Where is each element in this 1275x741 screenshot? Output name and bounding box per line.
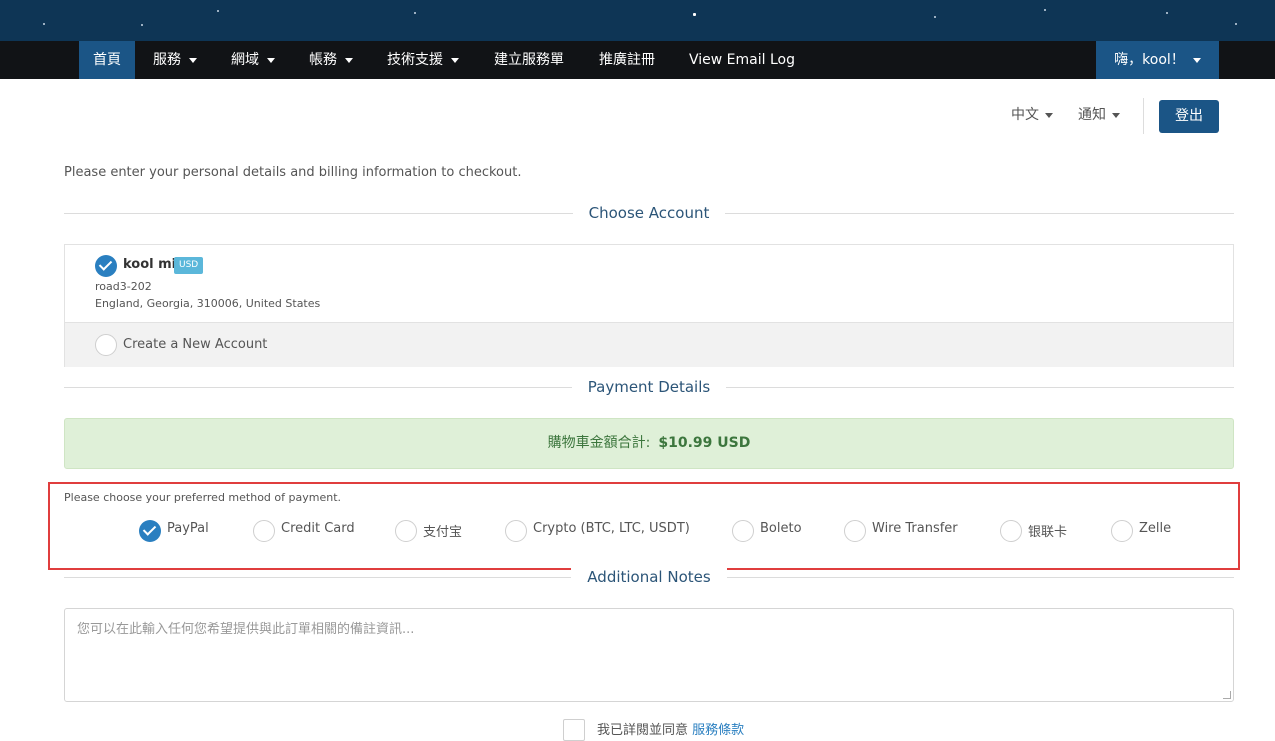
section-title: Additional Notes — [571, 568, 727, 586]
section-title: Payment Details — [571, 378, 727, 396]
payment-method-label: Please choose your preferred method of p… — [64, 491, 341, 504]
logout-button[interactable]: 登出 — [1159, 100, 1219, 133]
header-banner — [0, 0, 1275, 41]
caret-down-icon — [189, 57, 197, 63]
radio-unchecked-icon[interactable] — [253, 520, 275, 542]
create-account-label: Create a New Account — [123, 337, 268, 352]
nav-open-ticket[interactable]: 建立服務單 — [480, 41, 578, 79]
radio-unchecked-icon[interactable] — [95, 334, 117, 356]
nav-support[interactable]: 技術支援 — [373, 41, 473, 79]
nav-services[interactable]: 服務 — [139, 41, 211, 79]
radio-unchecked-icon[interactable] — [732, 520, 754, 542]
notes-placeholder: 您可以在此輸入任何您希望提供與此訂單相關的備註資訊... — [77, 622, 415, 637]
language-selector[interactable]: 中文 — [1011, 104, 1053, 124]
section-choose-account: Choose Account — [64, 203, 1234, 223]
resize-handle-icon[interactable] — [1223, 691, 1231, 699]
radio-unchecked-icon[interactable] — [1111, 520, 1133, 542]
account-list: kool mi USD road3-202 England, Georgia, … — [64, 244, 1234, 367]
caret-down-icon — [1112, 112, 1120, 118]
nav-domains[interactable]: 網域 — [217, 41, 289, 79]
cart-total-amount: $10.99 USD — [658, 435, 751, 451]
section-title: Choose Account — [572, 204, 726, 222]
radio-unchecked-icon[interactable] — [505, 520, 527, 542]
cart-total-label: 購物車金額合計: — [547, 435, 651, 451]
caret-down-icon — [1045, 112, 1053, 118]
radio-checked-icon[interactable] — [95, 255, 117, 277]
radio-unchecked-icon[interactable] — [395, 520, 417, 542]
caret-down-icon — [345, 57, 353, 63]
notifications-dropdown[interactable]: 通知 — [1078, 104, 1120, 124]
section-additional-notes: Additional Notes — [64, 567, 1234, 587]
section-payment-details: Payment Details — [64, 377, 1234, 397]
account-name: kool mi — [123, 257, 177, 272]
account-address-line2: England, Georgia, 310006, United States — [95, 297, 321, 310]
account-option-new[interactable]: Create a New Account — [65, 322, 1233, 367]
radio-checked-icon[interactable] — [139, 520, 161, 542]
nav-affiliates[interactable]: 推廣註冊 — [585, 41, 669, 79]
caret-down-icon — [267, 57, 275, 63]
nav-home[interactable]: 首頁 — [79, 41, 135, 79]
cart-total-banner: 購物車金額合計: $10.99 USD — [64, 418, 1234, 469]
main-nav: 首頁 服務 網域 帳務 技術支援 建立服務單 推廣註冊 View Email L… — [0, 41, 1275, 79]
currency-badge: USD — [174, 257, 204, 274]
nav-billing[interactable]: 帳務 — [295, 41, 367, 79]
radio-unchecked-icon[interactable] — [1000, 520, 1022, 542]
divider — [1143, 98, 1144, 134]
user-menu[interactable]: 嗨，kool！ — [1096, 41, 1219, 79]
tos-link[interactable]: 服務條款 — [692, 723, 744, 738]
caret-down-icon — [451, 57, 459, 63]
tos-checkbox[interactable] — [563, 719, 585, 741]
nav-email-log[interactable]: View Email Log — [675, 41, 809, 79]
radio-unchecked-icon[interactable] — [844, 520, 866, 542]
notes-textarea[interactable]: 您可以在此輸入任何您希望提供與此訂單相關的備註資訊... — [64, 608, 1234, 702]
account-address-line1: road3-202 — [95, 280, 152, 293]
caret-down-icon — [1192, 57, 1201, 63]
checkout-intro: Please enter your personal details and b… — [64, 165, 522, 180]
